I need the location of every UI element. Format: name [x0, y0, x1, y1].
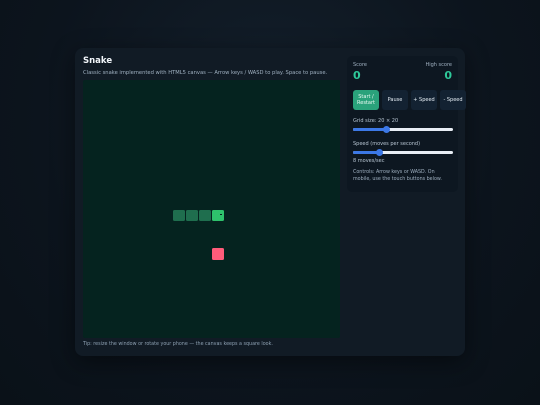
- high-score-label: High score: [425, 62, 452, 68]
- speed-slider[interactable]: [353, 149, 453, 156]
- tip-text: Tip: resize the window or rotate your ph…: [83, 342, 273, 347]
- game-board[interactable]: [83, 80, 340, 338]
- grid-size-label: Grid size: 20 × 20: [353, 118, 399, 124]
- page-title: Snake: [83, 56, 113, 66]
- start-restart-button[interactable]: Start / Restart: [353, 90, 379, 110]
- speed-label: Speed (moves per second): [353, 141, 421, 147]
- snake-segment: [173, 209, 186, 222]
- snake-segment: [186, 209, 199, 222]
- speed-up-button[interactable]: + Speed: [411, 90, 437, 110]
- score-label: Score: [353, 62, 368, 68]
- score-value: 0: [353, 69, 361, 82]
- high-score-value: 0: [444, 69, 452, 82]
- speed-slider-handle[interactable]: [375, 149, 383, 156]
- side-panel: Score High score 0 0 Start / Restart Pau…: [347, 56, 466, 192]
- page-subtitle: Classic snake implemented with HTML5 can…: [83, 70, 328, 76]
- game-card: Snake Classic snake implemented with HTM…: [75, 48, 466, 356]
- grid-size-slider-handle[interactable]: [382, 126, 390, 133]
- speed-down-button[interactable]: - Speed: [440, 90, 466, 110]
- food-item: [212, 248, 224, 261]
- snake-eye: [219, 213, 222, 215]
- controls-note: Controls: Arrow keys or WASD. On mobile,…: [353, 170, 442, 182]
- grid-size-slider[interactable]: [353, 126, 453, 133]
- grid-size-slider-fill: [353, 128, 387, 131]
- snake-head: [212, 209, 224, 222]
- speed-readout: 8 moves/sec: [353, 158, 385, 164]
- snake-segment: [199, 209, 211, 222]
- pause-button[interactable]: Pause: [382, 90, 408, 110]
